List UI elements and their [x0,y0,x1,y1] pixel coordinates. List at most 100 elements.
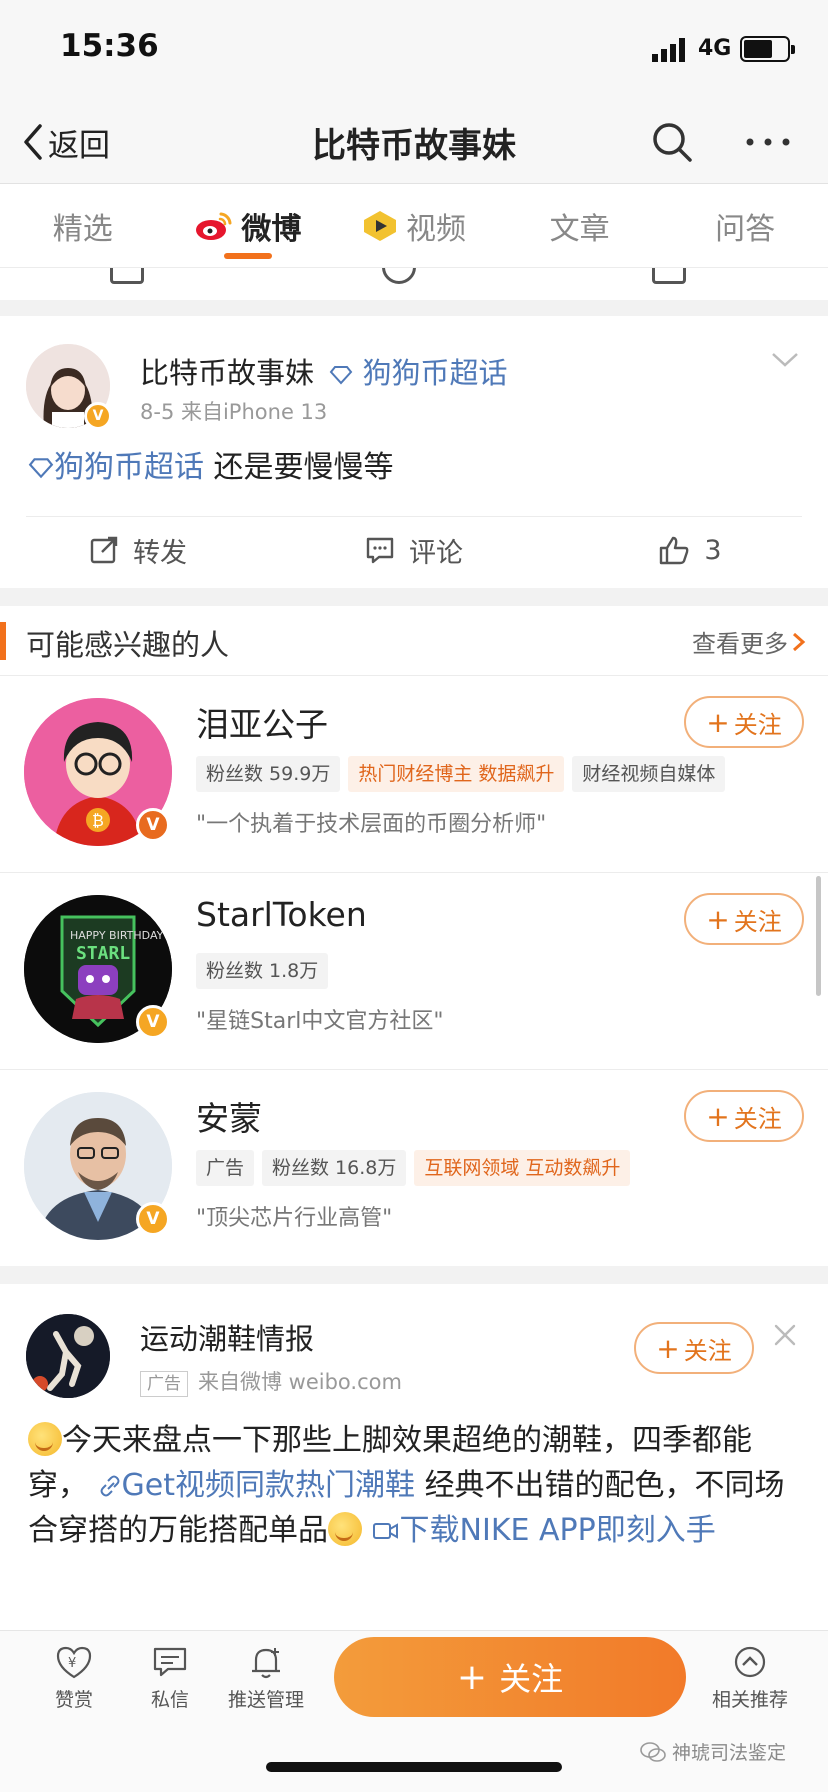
divider [26,516,802,517]
category-tag: 财经视频自媒体 [572,756,726,792]
follow-button[interactable]: + 关注 [684,1090,804,1142]
tab-qa[interactable]: 问答 [662,184,828,267]
ad-meta: 广告 来自微博 weibo.com [140,1366,402,1397]
user-name[interactable]: 泪亚公子 [196,698,328,746]
network-label: 4G [698,36,732,61]
plus-icon: + [456,1656,488,1698]
ad-link-1[interactable]: Get视频同款热门潮鞋 [122,1468,415,1503]
post-topic-link[interactable]: 狗狗币超话 [362,356,507,390]
repost-icon [90,536,118,564]
follow-label: 关注 [733,1104,782,1133]
recommend-user-row[interactable]: HAPPY BIRTHDAY STARL V StarlToken 粉丝数 1.… [0,873,828,1070]
watermark: 神琥司法鉴定 [640,1738,786,1765]
user-name[interactable]: 安蒙 [196,1092,262,1140]
see-more-link[interactable]: 查看更多 [692,624,808,659]
plus-icon: + [706,902,730,936]
nav-bar: 返回 比特币故事妹 [0,100,828,184]
follow-button[interactable]: + 关注 [684,893,804,945]
message-button[interactable]: 私信 [120,1645,220,1712]
emoji-icon [28,1422,62,1456]
more-icon[interactable] [740,118,796,166]
see-more-label: 查看更多 [692,630,788,658]
tab-featured[interactable]: 精选 [0,184,166,267]
ad-source: 来自微博 weibo.com [198,1370,402,1394]
post-author-line: 比特币故事妹 狗狗币超话 [140,350,507,392]
previous-post-actions-stub [0,268,828,300]
repost-button[interactable]: 转发 [0,520,276,580]
user-description: "顶尖芯片行业高管" [196,1206,393,1231]
user-name[interactable]: StarlToken [196,895,367,934]
plus-icon: + [706,1099,730,1133]
comment-label: 评论 [409,537,463,569]
watermark-text: 神琥司法鉴定 [672,1742,787,1764]
user-description: "星链Starl中文官方社区" [196,1009,444,1034]
recommend-user-row[interactable]: V 安蒙 广告 粉丝数 16.8万 互联网领域 互动数飙升 "顶尖芯片行业高管"… [0,1070,828,1267]
scrollbar[interactable] [816,876,821,996]
push-label: 推送管理 [227,1689,304,1711]
back-button[interactable]: 返回 [20,118,110,166]
svg-text:HAPPY BIRTHDAY: HAPPY BIRTHDAY [70,929,164,942]
comment-button[interactable]: 评论 [276,520,552,580]
reward-button[interactable]: ¥ 赞赏 [24,1645,124,1712]
fans-count-tag: 粉丝数 16.8万 [262,1150,407,1186]
user-tags: 粉丝数 1.8万 [196,953,329,989]
ad-tag: 广告 [196,1150,255,1186]
ad-follow-button[interactable]: + 关注 [634,1322,754,1374]
like-button[interactable]: 3 [552,520,828,580]
recommend-user-row[interactable]: ₿ V 泪亚公子 粉丝数 59.9万 热门财经博主 数据飙升 财经视频自媒体 "… [0,676,828,873]
video-icon [363,210,396,241]
ad-link-2[interactable]: 下载NIKE APP即刻入手 [400,1513,716,1548]
like-icon [660,536,689,565]
ad-author-name[interactable]: 运动潮鞋情报 [140,1316,314,1358]
push-settings-button[interactable]: 推送管理 [216,1645,316,1712]
profile-tabs: 精选 微博 视频 文章 问答 [0,184,828,268]
post-author[interactable]: 比特币故事妹 [140,356,314,390]
active-tab-indicator [224,253,273,259]
main-follow-button[interactable]: + 关注 [334,1637,686,1717]
back-chevron-icon [24,124,42,160]
post-text: 狗狗币超话 还是要慢慢等 [28,446,394,490]
signal-icon [652,38,685,62]
verified-badge: V [136,1202,170,1236]
tab-label: 微博 [241,211,302,247]
reward-icon: ¥ [56,1646,92,1679]
bell-icon [252,1648,280,1679]
reward-label: 赞赏 [54,1689,93,1711]
post-card[interactable]: V 比特币故事妹 狗狗币超话 8-5 来自iPhone 13 狗狗币超话 还是要… [0,316,828,588]
like-icon [652,268,686,284]
verified-badge: V [136,1005,170,1039]
home-indicator[interactable] [266,1762,562,1772]
fans-count-tag: 粉丝数 1.8万 [196,953,329,989]
comment-icon [366,537,394,564]
ad-post-card[interactable]: 运动潮鞋情报 广告 来自微博 weibo.com + 关注 今天来盘点一下那些上脚效… [0,1284,828,1630]
avatar-image [26,1314,110,1398]
tab-articles[interactable]: 文章 [497,184,663,267]
battery-icon [740,36,795,62]
post-body: 还是要慢慢等 [213,450,394,485]
ad-author-avatar[interactable] [26,1314,110,1398]
message-label: 私信 [150,1689,189,1711]
fans-count-tag: 粉丝数 59.9万 [196,756,341,792]
related-icon [734,1646,766,1678]
tab-weibo[interactable]: 微博 [166,184,332,267]
hot-tag: 互联网领域 互动数飙升 [414,1150,631,1186]
chevron-down-icon[interactable] [770,350,800,370]
svg-text:STARL: STARL [76,943,130,964]
post-text-topic[interactable]: 狗狗币超话 [54,450,204,485]
user-description: "一个执着于技术层面的币圈分析师" [196,812,547,837]
related-button[interactable]: 相关推荐 [700,1645,800,1712]
tab-video[interactable]: 视频 [331,184,497,267]
follow-label: 关注 [733,907,782,936]
wechat-icon [640,1741,666,1762]
close-icon[interactable] [772,1322,798,1348]
user-tags: 粉丝数 59.9万 热门财经博主 数据飙升 财经视频自媒体 [196,756,726,792]
follow-button[interactable]: + 关注 [684,696,804,748]
svg-text:¥: ¥ [68,1656,76,1671]
search-icon[interactable] [648,118,696,166]
video-link-icon [372,1523,398,1539]
recommend-header: 可能感兴趣的人 查看更多 [0,606,828,676]
ad-post-text: 今天来盘点一下那些上脚效果超绝的潮鞋，四季都能穿， Get视频同款热门潮鞋 经典… [28,1418,800,1553]
svg-text:₿: ₿ [92,811,104,830]
post-meta: 8-5 来自iPhone 13 [140,400,328,424]
verified-badge: V [136,808,170,842]
